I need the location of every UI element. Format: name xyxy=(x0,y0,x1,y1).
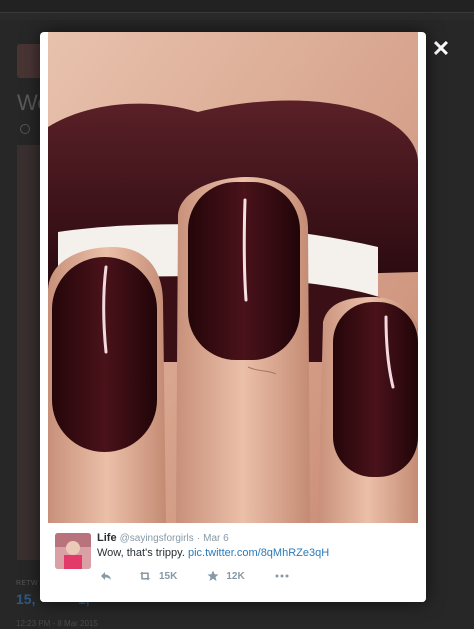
photo-illustration xyxy=(48,32,418,523)
favorite-star-icon[interactable] xyxy=(207,570,221,582)
tweet-text: Wow, that's trippy. pic.twitter.com/8qMh… xyxy=(97,547,329,559)
favorite-count: 12K xyxy=(226,570,245,582)
tweet-date[interactable]: Mar 6 xyxy=(203,533,229,544)
background-timestamp: 12:23 PM - 8 Mar 2015 xyxy=(16,619,98,628)
avatar-image xyxy=(55,533,91,569)
tweet-photo[interactable] xyxy=(48,32,418,523)
media-modal: Life @sayingsforgirls · Mar 6 Wow, that'… xyxy=(40,32,426,602)
tweet-caption: Life @sayingsforgirls · Mar 6 Wow, that'… xyxy=(40,523,426,602)
tweet-actions: 15K 12K xyxy=(97,568,291,584)
tweet-header: Life @sayingsforgirls · Mar 6 xyxy=(97,532,229,544)
tweet-body: Wow, that's trippy. xyxy=(97,547,188,559)
retweet-icon[interactable] xyxy=(138,571,154,581)
close-button[interactable]: ✕ xyxy=(430,38,452,60)
separator: · xyxy=(196,533,201,544)
user-handle[interactable]: @sayingsforgirls xyxy=(120,533,194,544)
background-stat-label: RETW xyxy=(16,580,38,587)
background-chevron-icon xyxy=(20,124,30,134)
retweet-count: 15K xyxy=(159,570,178,582)
display-name[interactable]: Life xyxy=(97,532,117,544)
more-options-icon[interactable] xyxy=(275,574,291,578)
tweet-link[interactable]: pic.twitter.com/8qMhRZe3qH xyxy=(188,547,329,559)
background-topbar xyxy=(0,0,474,13)
background-retweet-count: 15, xyxy=(16,591,36,607)
avatar[interactable] xyxy=(55,533,91,569)
reply-icon[interactable] xyxy=(100,571,114,581)
background-image xyxy=(17,145,41,560)
